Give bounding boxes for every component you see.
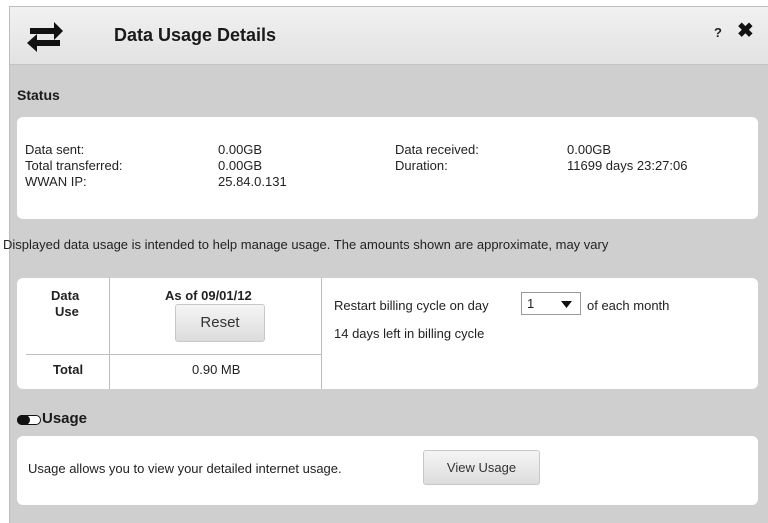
billing-day-select[interactable]: 1 bbox=[521, 292, 581, 315]
duration-value: 11699 days 23:27:06 bbox=[567, 158, 688, 173]
close-icon[interactable]: ✖ bbox=[737, 20, 754, 42]
usage-notice-text: Displayed data usage is intended to help… bbox=[3, 237, 609, 252]
total-value: 0.90 MB bbox=[192, 362, 241, 377]
table-divider-1 bbox=[109, 278, 110, 389]
chevron-down-icon bbox=[561, 301, 572, 308]
total-label: Total bbox=[53, 362, 84, 377]
reset-button[interactable]: Reset bbox=[175, 304, 265, 342]
data-received-value: 0.00GB bbox=[567, 142, 612, 157]
total-transferred-value: 0.00GB bbox=[218, 158, 263, 173]
restart-suffix-label: of each month bbox=[587, 298, 670, 313]
restart-prefix-label: Restart billing cycle on day bbox=[334, 298, 489, 313]
data-received-label: Data received: bbox=[395, 142, 479, 157]
duration-label: Duration: bbox=[395, 158, 448, 173]
table-row-divider bbox=[26, 354, 321, 355]
status-heading: Status bbox=[17, 87, 60, 103]
table-divider-2 bbox=[321, 278, 322, 389]
reset-button-label: Reset bbox=[200, 314, 240, 331]
status-panel: Data sent: 0.00GB Total transferred: 0.0… bbox=[17, 117, 758, 219]
usage-notice: Displayed data usage is intended to help… bbox=[3, 237, 749, 253]
usage-heading: Usage bbox=[42, 410, 88, 427]
view-usage-button[interactable]: View Usage bbox=[423, 450, 540, 485]
usage-panel: Usage allows you to view your detailed i… bbox=[17, 436, 758, 505]
data-use-panel: Data Use As of 09/01/12 Reset Total 0.90… bbox=[17, 278, 758, 389]
wwan-ip-value: 25.84.0.131 bbox=[218, 174, 287, 189]
dialog-titlebar: Data Usage Details ? ✖ bbox=[10, 7, 768, 65]
transfer-arrows-icon bbox=[27, 22, 63, 52]
data-use-header-line1: Data bbox=[51, 288, 80, 303]
days-left-text: 14 days left in billing cycle bbox=[334, 326, 485, 341]
view-usage-button-label: View Usage bbox=[446, 460, 517, 475]
data-sent-value: 0.00GB bbox=[218, 142, 263, 157]
data-usage-dialog: Data Usage Details ? ✖ Status Data sent:… bbox=[3, 6, 768, 523]
as-of-date: As of 09/01/12 bbox=[165, 288, 252, 303]
total-transferred-label: Total transferred: bbox=[25, 158, 123, 173]
billing-day-value: 1 bbox=[527, 296, 535, 311]
toggle-switch-icon bbox=[17, 415, 41, 425]
dialog-title: Data Usage Details bbox=[114, 25, 277, 45]
data-use-header-line2: Use bbox=[55, 304, 79, 319]
data-sent-label: Data sent: bbox=[25, 142, 85, 157]
help-icon[interactable]: ? bbox=[714, 25, 722, 40]
usage-description: Usage allows you to view your detailed i… bbox=[28, 461, 342, 476]
wwan-ip-label: WWAN IP: bbox=[25, 174, 87, 189]
